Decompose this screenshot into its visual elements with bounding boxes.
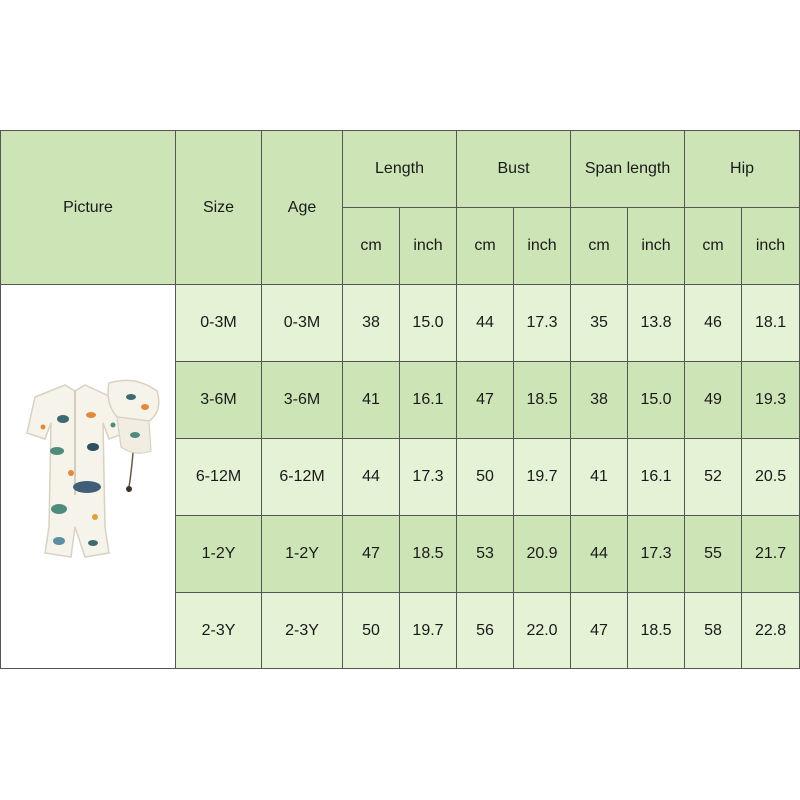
header-bust-inch: inch [512,207,572,285]
cell-age: 0-3M [261,284,343,362]
header-hip: Hip [684,130,800,208]
cell-age: 3-6M [261,361,343,439]
header-row-main: Picture Size Age Length Bust Span length… [0,130,800,285]
cell-size: 2-3Y [175,592,262,669]
cell-size: 3-6M [175,361,262,439]
cell-hip-cm: 52 [684,438,743,516]
table-row: 0-3M 0-3M 38 15.0 44 17.3 35 13.8 46 18.… [0,284,800,669]
cell-hip-inch: 19.3 [741,361,800,439]
header-hip-cm: cm [684,207,743,285]
cell-hip-inch: 20.5 [741,438,800,516]
cell-bust-cm: 44 [456,284,514,362]
cell-length-cm: 41 [342,361,400,439]
cell-span-cm: 44 [570,515,629,593]
cell-span-cm: 38 [570,361,629,439]
cell-hip-cm: 55 [684,515,743,593]
header-hip-inch: inch [741,207,800,285]
header-length-cm: cm [342,207,400,285]
swimsuit-and-hat-image [26,379,160,558]
cell-bust-cm: 50 [456,438,514,516]
cell-span-inch: 18.5 [627,592,686,669]
cell-length-inch: 16.1 [399,361,457,439]
cell-bust-inch: 18.5 [512,361,572,439]
cell-hip-cm: 46 [684,284,743,362]
cell-span-cm: 35 [570,284,629,362]
cell-length-cm: 44 [342,438,400,516]
header-length-inch: inch [399,207,457,285]
header-bust: Bust [455,130,572,208]
cell-hip-cm: 58 [684,592,743,669]
cell-span-inch: 17.3 [627,515,686,593]
cell-length-cm: 47 [342,515,400,593]
cell-span-inch: 16.1 [627,438,686,516]
cell-span-inch: 13.8 [627,284,686,362]
cell-bust-cm: 53 [456,515,514,593]
cell-age: 2-3Y [261,592,343,669]
cell-span-cm: 47 [570,592,629,669]
cell-bust-inch: 20.9 [512,515,572,593]
product-picture-cell [0,284,176,669]
size-chart-table: Picture Size Age Length Bust Span length… [0,130,800,669]
cell-span-inch: 15.0 [627,361,686,439]
header-size: Size [175,130,262,285]
cell-hip-cm: 49 [684,361,743,439]
cell-length-inch: 15.0 [399,284,457,362]
cell-size: 0-3M [175,284,262,362]
cell-length-inch: 17.3 [399,438,457,516]
cell-bust-inch: 17.3 [512,284,572,362]
cell-length-cm: 50 [342,592,400,669]
cell-hip-inch: 18.1 [741,284,800,362]
header-age: Age [261,130,343,285]
cell-age: 1-2Y [261,515,343,593]
cell-bust-inch: 22.0 [512,592,572,669]
header-picture: Picture [0,130,176,285]
cell-bust-inch: 19.7 [512,438,572,516]
header-span-cm: cm [570,207,629,285]
header-span-inch: inch [627,207,686,285]
cell-length-inch: 19.7 [399,592,457,669]
cell-age: 6-12M [261,438,343,516]
header-length: Length [342,130,457,208]
cell-span-cm: 41 [570,438,629,516]
cell-bust-cm: 47 [456,361,514,439]
cell-hip-inch: 21.7 [741,515,800,593]
cell-length-cm: 38 [342,284,400,362]
header-bust-cm: cm [456,207,514,285]
cell-length-inch: 18.5 [399,515,457,593]
header-span-length: Span length [570,130,686,208]
cell-bust-cm: 56 [456,592,514,669]
cell-hip-inch: 22.8 [741,592,800,669]
cell-size: 6-12M [175,438,262,516]
cell-size: 1-2Y [175,515,262,593]
